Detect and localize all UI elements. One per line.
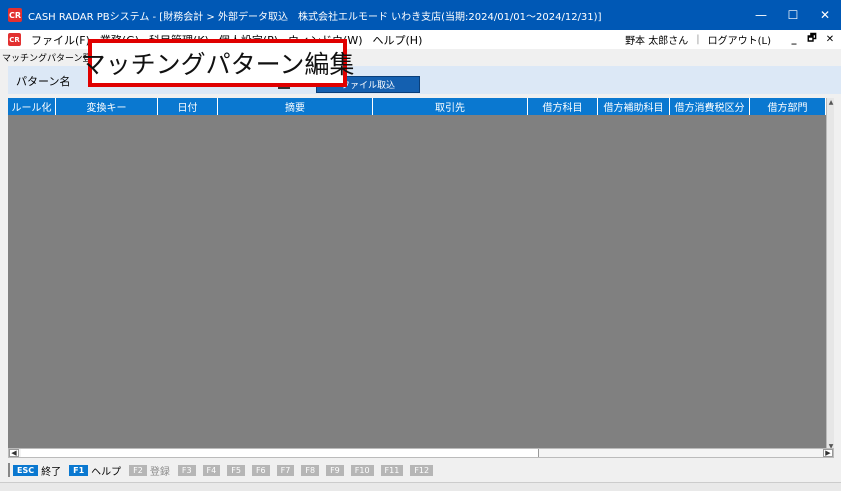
window-title: CASH RADAR PBシステム - [財務会計 > 外部データ取込 株式会社… <box>28 11 602 23</box>
logout-link[interactable]: ログアウト(L) <box>708 32 771 47</box>
horizontal-scrollbar[interactable]: ◀ ▶ <box>8 448 834 458</box>
vertical-scrollbar[interactable]: ▲ ▼ <box>826 98 834 450</box>
app-logo-icon: CR <box>8 8 22 22</box>
fkey-f1[interactable]: F1 ヘルプ <box>69 463 125 478</box>
scroll-left-icon[interactable]: ◀ <box>9 449 19 457</box>
column-header-convert-key[interactable]: 変換キー <box>56 98 158 115</box>
function-key-bar: ESC 終了 F1 ヘルプ F2 登録 F3 F4 F5 F6 F7 F8 F9… <box>8 462 834 478</box>
app-window: CR CASH RADAR PBシステム - [財務会計 > 外部データ取込 株… <box>0 0 841 491</box>
user-name: 野本 太郎さん <box>625 36 689 47</box>
user-area: 野本 太郎さん | ログアウト(L) _ 🗗 ✕ <box>625 30 841 49</box>
fkey-f2[interactable]: F2 登録 <box>129 463 174 478</box>
close-button[interactable]: ✕ <box>809 0 841 30</box>
column-header-debit-account[interactable]: 借方科目 <box>528 98 598 115</box>
status-bar <box>0 482 841 491</box>
column-header-date[interactable]: 日付 <box>158 98 218 115</box>
fkey-label: 終了 <box>41 466 62 478</box>
column-header-debit-tax[interactable]: 借方消費税区分 <box>670 98 750 115</box>
child-close-button[interactable]: ✕ <box>823 34 837 45</box>
user-separator: | <box>696 34 700 45</box>
fkey-f4[interactable]: F4 <box>202 464 224 476</box>
fkey-f5[interactable]: F5 <box>227 464 248 476</box>
callout-annotation: マッチングパターン編集 <box>81 39 354 87</box>
matching-pattern-grid[interactable]: ルール化 変換キー 日付 摘要 取引先 借方科目 借方補助科目 借方消費税区分 … <box>8 98 834 450</box>
child-minimize-button[interactable]: _ <box>787 34 801 45</box>
horizontal-scroll-thumb[interactable] <box>21 449 539 457</box>
child-restore-button[interactable]: 🗗 <box>805 31 819 48</box>
menu-logo-icon: CR <box>8 33 21 46</box>
fkey-badge: F4 <box>202 464 221 476</box>
fkey-badge: F3 <box>177 464 196 476</box>
fkey-f11[interactable]: F11 <box>380 464 407 476</box>
fkey-f3[interactable]: F3 <box>177 464 199 476</box>
fkey-badge: F11 <box>380 464 404 476</box>
column-header-debit-dept[interactable]: 借方部門 <box>750 98 826 115</box>
scroll-right-icon[interactable]: ▶ <box>823 449 833 457</box>
column-header-partner[interactable]: 取引先 <box>373 98 528 115</box>
minimize-button[interactable]: — <box>745 0 777 30</box>
fkey-badge: F1 <box>69 464 89 476</box>
window-controls: — ☐ ✕ <box>745 0 841 30</box>
menu-item-help[interactable]: ヘルプ(H) <box>373 32 423 48</box>
fkey-label: 登録 <box>149 466 170 478</box>
fkey-f7[interactable]: F7 <box>276 464 298 476</box>
fkey-badge: F9 <box>326 464 344 476</box>
fkey-badge: F8 <box>301 464 320 476</box>
scroll-up-icon[interactable]: ▲ <box>827 98 835 106</box>
fkey-badge: F12 <box>410 464 434 476</box>
pattern-name-input[interactable] <box>278 87 290 89</box>
pattern-name-label: パターン名 <box>16 75 71 88</box>
maximize-button[interactable]: ☐ <box>777 0 809 30</box>
fkey-f12[interactable]: F12 <box>410 464 436 476</box>
fkey-badge: ESC <box>13 464 39 476</box>
fkey-badge: F2 <box>129 464 147 476</box>
fkey-divider <box>8 463 10 477</box>
fkey-esc[interactable]: ESC 終了 <box>13 463 65 478</box>
fkey-badge: F10 <box>350 464 374 476</box>
fkey-badge: F7 <box>276 464 295 476</box>
fkey-badge: F5 <box>227 464 245 476</box>
column-header-summary[interactable]: 摘要 <box>218 98 373 115</box>
fkey-f6[interactable]: F6 <box>251 464 273 476</box>
fkey-label: ヘルプ <box>91 466 122 478</box>
fkey-badge: F6 <box>251 464 270 476</box>
fkey-f9[interactable]: F9 <box>326 464 347 476</box>
grid-header: ルール化 変換キー 日付 摘要 取引先 借方科目 借方補助科目 借方消費税区分 … <box>8 98 826 115</box>
fkey-f10[interactable]: F10 <box>350 464 377 476</box>
column-header-rule[interactable]: ルール化 <box>8 98 56 115</box>
fkey-f8[interactable]: F8 <box>301 464 322 476</box>
title-bar: CR CASH RADAR PBシステム - [財務会計 > 外部データ取込 株… <box>0 0 841 30</box>
column-header-debit-sub-account[interactable]: 借方補助科目 <box>598 98 670 115</box>
